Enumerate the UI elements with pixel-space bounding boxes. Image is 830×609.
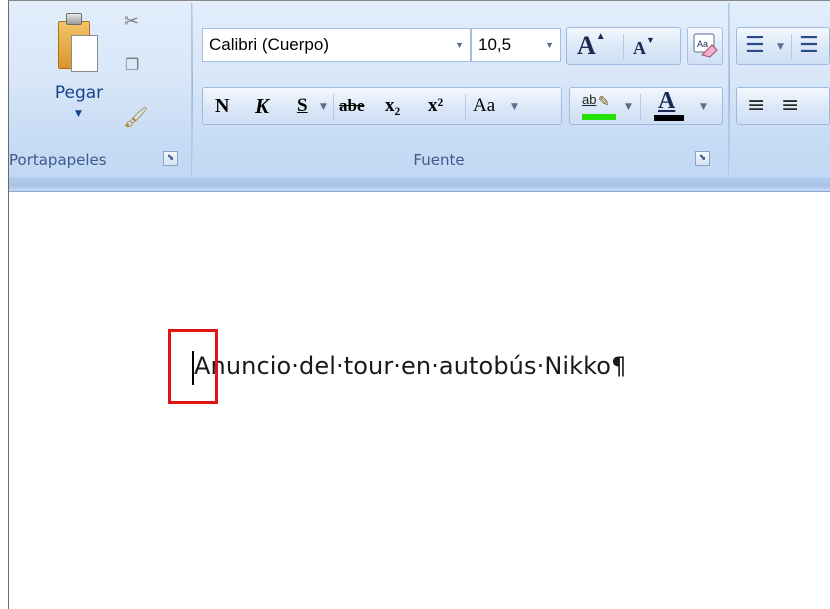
font-name-combo[interactable]: Calibri (Cuerpo) ▼ [202,28,471,62]
font-color-bar [654,115,684,121]
superscript-button[interactable]: x² [428,90,443,122]
font-size-value: 10,5 [478,35,512,54]
strikethrough-button[interactable]: abe [339,90,365,122]
font-dialog-launcher-icon[interactable]: ⬊ [695,151,710,166]
highlight-label: ab [582,92,597,107]
clear-formatting-icon: Aa [693,33,718,58]
underline-dropdown-icon[interactable]: ▼ [320,102,327,112]
font-group-label: Fuente [413,151,465,169]
highlight-button[interactable]: ab ✎ [580,90,620,122]
bold-button[interactable]: N [215,90,229,122]
italic-button[interactable]: K [255,90,269,122]
font-color-label: A [658,88,676,114]
font-size-dropdown-icon[interactable]: ▼ [545,29,554,61]
align-left-icon[interactable]: ≡ [747,94,765,118]
bullets-icon[interactable]: ☰ [745,34,765,58]
font-name-dropdown-icon[interactable]: ▼ [455,29,464,61]
clipboard-dialog-launcher-icon[interactable]: ⬊ [163,151,178,166]
bullets-dropdown-icon[interactable]: ▼ [777,42,784,52]
highlighter-pen-icon: ✎ [598,94,610,110]
ribbon: Pegar ▼ ✂ ❐ 🖌 Portapapeles ⬊ Calibri (Cu… [9,1,830,177]
cut-icon[interactable]: ✂ [124,11,139,32]
format-painter-icon[interactable]: 🖌 [123,105,148,129]
align-buttons-group: ≡ ≡ [736,87,830,125]
font-color-dropdown-icon[interactable]: ▼ [700,102,707,112]
font-color-button[interactable]: A [650,88,690,122]
svg-text:Aa: Aa [697,39,708,49]
group-separator [191,3,193,175]
paste-dropdown-icon[interactable]: ▼ [75,109,82,119]
grow-font-button[interactable]: A▲ [577,28,606,64]
list-buttons-group: ☰ ▼ ☰ [736,27,830,65]
document-text-line[interactable]: Anuncio·del·tour·en·autobús·Nikko¶ [194,352,626,380]
underline-button[interactable]: S [297,90,308,122]
document-page[interactable] [9,193,830,609]
annotation-highlight-box [168,329,218,404]
clear-formatting-button[interactable]: Aa [687,27,723,65]
change-case-dropdown-icon[interactable]: ▼ [511,102,518,112]
shrink-font-button[interactable]: A▼ [633,32,655,64]
ribbon-bottom-border [9,177,830,192]
paste-button[interactable]: Pegar ▼ [46,9,112,134]
change-case-button[interactable]: Aa [473,90,495,122]
font-name-value: Calibri (Cuerpo) [209,35,329,54]
highlight-color-bar [582,114,616,120]
font-style-buttons-group: N K S ▼ abe x₂ x² Aa ▼ [202,87,562,125]
subscript-button[interactable]: x₂ [385,90,400,122]
font-grow-shrink-group: A▲ A▼ [566,27,681,65]
align-center-icon[interactable]: ≡ [781,94,799,118]
paste-icon [58,13,98,72]
clipboard-group-label: Portapapeles [9,151,107,169]
color-buttons-group: ab ✎ ▼ A ▼ [569,87,723,125]
copy-icon[interactable]: ❐ [125,55,139,74]
group-separator [728,3,730,175]
paste-label: Pegar [54,83,104,103]
font-size-combo[interactable]: 10,5 ▼ [471,28,561,62]
highlight-dropdown-icon[interactable]: ▼ [625,102,632,112]
numbering-icon[interactable]: ☰ [799,34,819,58]
